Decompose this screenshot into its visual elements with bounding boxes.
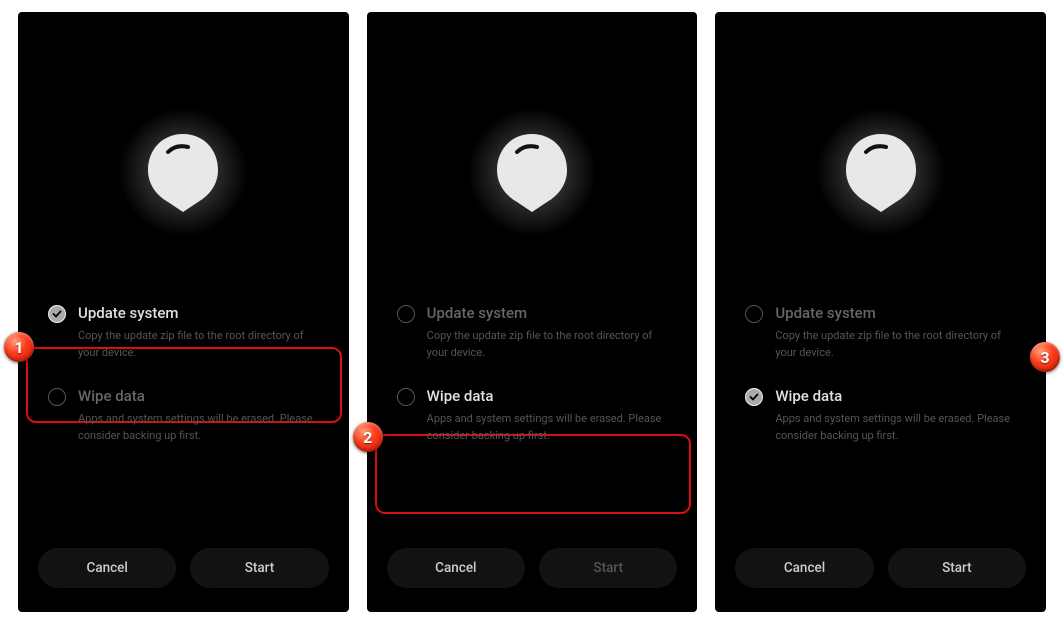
cancel-button[interactable]: Cancel	[735, 548, 873, 588]
cancel-button[interactable]: Cancel	[387, 548, 525, 588]
option-title: Wipe data	[427, 387, 668, 405]
option-desc: Apps and system settings will be erased.…	[775, 411, 1016, 444]
option-title: Update system	[78, 304, 319, 322]
radio-icon	[745, 388, 763, 406]
radio-icon	[48, 305, 66, 323]
option-desc: Apps and system settings will be erased.…	[78, 411, 319, 444]
option-wipe-data[interactable]: Wipe data Apps and system settings will …	[735, 375, 1026, 458]
logo-area	[18, 12, 349, 292]
options-list: Update system Copy the update zip file t…	[367, 292, 698, 532]
option-wipe-data[interactable]: Wipe data Apps and system settings will …	[387, 375, 678, 458]
meizu-logo-icon	[123, 112, 243, 232]
step-badge-1: 1	[4, 332, 34, 362]
recovery-screen-2: 2 Update system Copy the update zip file…	[367, 12, 698, 612]
logo-area	[715, 12, 1046, 292]
start-button[interactable]: Start	[888, 548, 1026, 588]
option-wipe-data[interactable]: Wipe data Apps and system settings will …	[38, 375, 329, 458]
radio-icon	[48, 388, 66, 406]
option-desc: Copy the update zip file to the root dir…	[775, 328, 1016, 361]
options-list: Update system Copy the update zip file t…	[715, 292, 1046, 532]
option-title: Wipe data	[78, 387, 319, 405]
radio-icon	[397, 388, 415, 406]
option-update-system[interactable]: Update system Copy the update zip file t…	[735, 292, 1026, 375]
option-title: Update system	[427, 304, 668, 322]
logo-area	[367, 12, 698, 292]
option-desc: Apps and system settings will be erased.…	[427, 411, 668, 444]
option-title: Wipe data	[775, 387, 1016, 405]
button-row: Cancel Start	[715, 532, 1046, 612]
button-row: Cancel Start	[18, 532, 349, 612]
option-desc: Copy the update zip file to the root dir…	[78, 328, 319, 361]
start-button[interactable]: Start	[539, 548, 677, 588]
button-row: Cancel Start	[367, 532, 698, 612]
cancel-button[interactable]: Cancel	[38, 548, 176, 588]
option-update-system[interactable]: Update system Copy the update zip file t…	[38, 292, 329, 375]
meizu-logo-icon	[472, 112, 592, 232]
step-badge-3: 3	[1030, 342, 1060, 372]
radio-icon	[745, 305, 763, 323]
radio-icon	[397, 305, 415, 323]
meizu-logo-icon	[821, 112, 941, 232]
option-desc: Copy the update zip file to the root dir…	[427, 328, 668, 361]
options-list: Update system Copy the update zip file t…	[18, 292, 349, 532]
start-button[interactable]: Start	[190, 548, 328, 588]
step-badge-2: 2	[353, 422, 383, 452]
recovery-screen-3: 3 Update system Copy the update zip file…	[715, 12, 1046, 612]
recovery-screen-1: 1 Update system Copy the update zip file…	[18, 12, 349, 612]
option-update-system[interactable]: Update system Copy the update zip file t…	[387, 292, 678, 375]
option-title: Update system	[775, 304, 1016, 322]
